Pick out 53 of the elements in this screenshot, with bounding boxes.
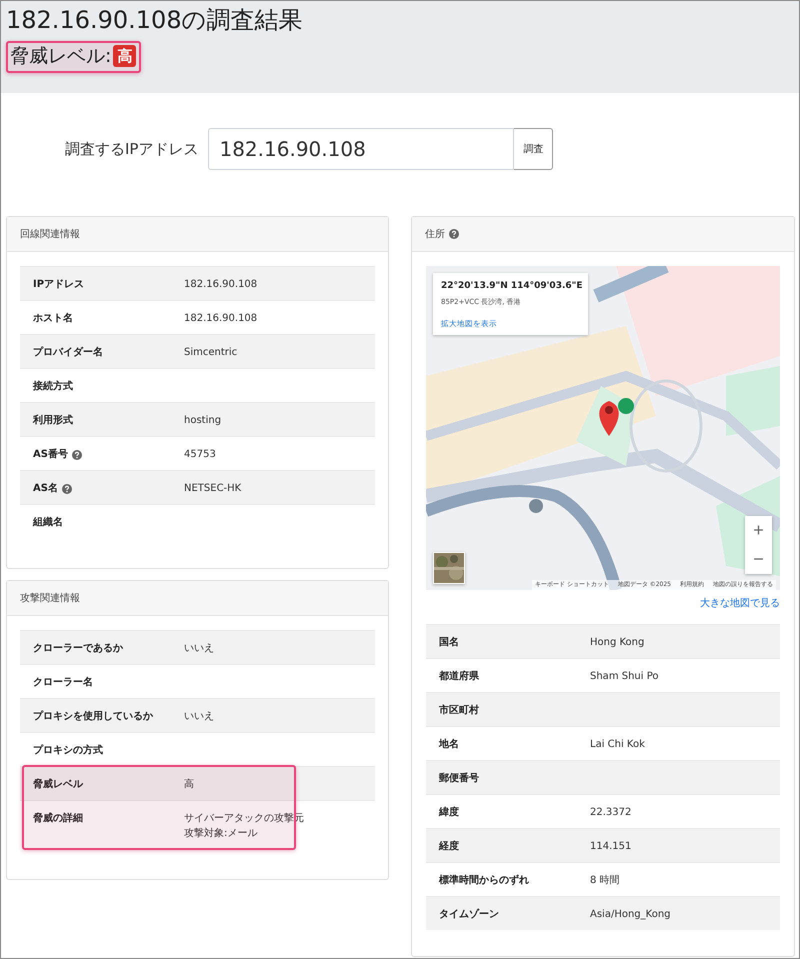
- row-label: 脅威の詳細: [33, 812, 83, 826]
- help-icon[interactable]: [449, 229, 459, 239]
- row-label: プロバイダー名: [33, 345, 103, 360]
- help-icon[interactable]: [72, 450, 82, 460]
- row-label: 接続方式: [33, 379, 73, 394]
- page-title: 182.16.90.108の調査結果: [6, 5, 304, 35]
- row-value: Hong Kong: [590, 636, 644, 650]
- row-label: 経度: [439, 839, 459, 854]
- row-label: 緯度: [439, 805, 459, 820]
- row-value-line: 攻撃対象:メール: [184, 826, 258, 841]
- row-label: IPアドレス: [33, 278, 84, 292]
- row-value: 高: [184, 778, 194, 792]
- row-label: AS名: [33, 482, 58, 496]
- row-label: 利用形式: [33, 414, 73, 428]
- row-label: プロキシを使用しているか: [33, 709, 153, 724]
- row-label: 国名: [439, 636, 459, 650]
- row-value: 182.16.90.108: [184, 278, 258, 292]
- row-label: クローラーであるか: [33, 642, 123, 656]
- row-label: 郵便番号: [439, 772, 479, 786]
- card-title: 住所: [425, 228, 445, 241]
- row-label: 都道府県: [439, 669, 479, 684]
- row-value: 8 時間: [590, 874, 620, 888]
- row-label: 脅威レベル: [33, 778, 83, 792]
- row-value: 45753: [184, 448, 216, 462]
- row-value: 22.3372: [590, 806, 632, 820]
- card-title: 回線関連情報: [20, 228, 80, 241]
- row-value: Sham Shui Po: [590, 670, 659, 684]
- search-label: 調査するIPアドレス: [65, 140, 198, 158]
- row-value: Lai Chi Kok: [590, 738, 645, 752]
- row-label: 組織名: [33, 516, 63, 530]
- row-value: Simcentric: [184, 346, 238, 360]
- row-label: 地名: [439, 738, 459, 752]
- larger-map-link[interactable]: 大きな地図で見る: [700, 596, 780, 610]
- row-label: プロキシの方式: [33, 743, 103, 758]
- threat-label: 脅威レベル:: [10, 44, 112, 68]
- row-value: いいえ: [184, 642, 214, 656]
- row-label: AS番号: [33, 448, 68, 462]
- row-value: 182.16.90.108: [184, 312, 258, 326]
- row-value: 114.151: [590, 840, 632, 854]
- search-button[interactable]: 調査: [514, 128, 554, 170]
- row-value: hosting: [184, 414, 222, 428]
- row-value: NETSEC-HK: [184, 482, 242, 496]
- row-label: ホスト名: [33, 312, 73, 326]
- ip-input-field[interactable]: 182.16.90.108: [208, 128, 514, 170]
- row-label: タイムゾーン: [439, 908, 499, 922]
- row-label: 標準時間からのずれ: [439, 874, 529, 888]
- card-title: 攻撃関連情報: [20, 592, 80, 605]
- row-label: 市区町村: [439, 703, 479, 718]
- row-value: いいえ: [184, 710, 214, 724]
- threat-badge: 高: [113, 45, 136, 67]
- help-icon[interactable]: [62, 484, 72, 494]
- row-label: クローラー名: [33, 676, 93, 690]
- row-value: Asia/Hong_Kong: [590, 908, 671, 922]
